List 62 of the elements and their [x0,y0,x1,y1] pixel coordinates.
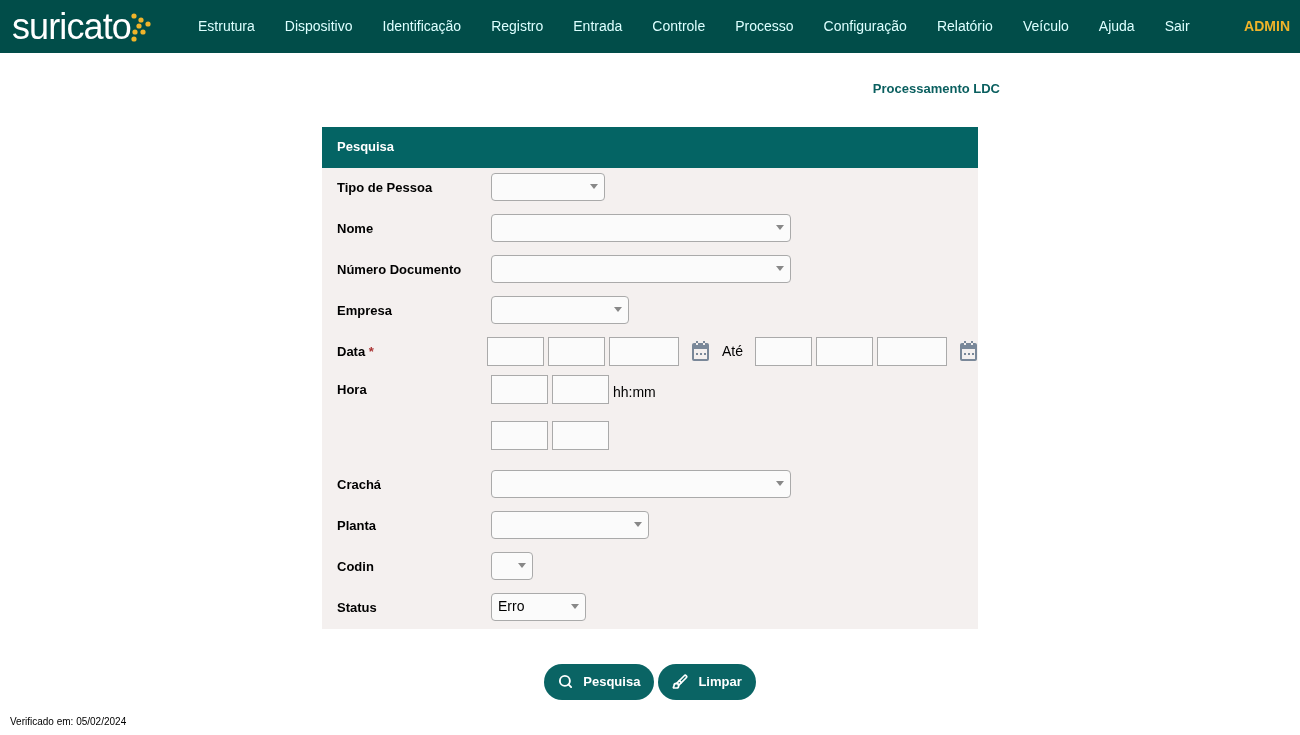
panel-title: Pesquisa [337,138,395,157]
dropdown[interactable]: Erro [491,592,586,621]
field-label: Tipo de Pessoa [337,179,433,195]
field-label: Planta [337,517,376,533]
input-field[interactable] [552,420,609,450]
input-field[interactable] [487,336,544,366]
menu-item[interactable]: Entrada [573,16,623,37]
menu-item[interactable]: Configuração [823,16,907,37]
clear-button[interactable]: Limpar [658,663,756,700]
input-field[interactable] [816,336,873,366]
field-label: Hora [337,381,367,397]
field-label: Codin [337,558,374,574]
input-field[interactable] [491,374,548,404]
logo: suricato [12,8,131,45]
field-label: Status [337,599,377,615]
dropdown[interactable] [491,213,791,242]
dropdown[interactable] [491,510,649,539]
caret-icon [614,307,622,312]
field-label: Empresa [337,302,392,318]
menu-item[interactable]: Dispositivo [284,16,353,37]
field-label: Crachá [337,476,382,492]
verification-date: Verificado em: 05/02/2024 [10,715,127,729]
menu-item[interactable]: Registro [491,16,544,37]
caret-icon [590,184,598,189]
menu-item[interactable]: Veículo [1022,16,1069,37]
menu-item[interactable]: Estrutura [198,16,255,37]
dropdown[interactable] [491,551,533,580]
brush-icon [672,673,689,690]
menu-item[interactable]: Processo [735,16,794,37]
dropdown[interactable] [491,469,791,498]
calendar-icon [959,341,978,361]
range-label: Até [722,341,743,361]
caret-icon [776,225,784,230]
dropdown[interactable] [491,295,629,324]
input-field[interactable] [552,374,609,404]
user-name: ADMIN [1244,17,1290,36]
input-field[interactable] [877,336,947,366]
dropdown[interactable] [491,254,791,283]
caret-icon [634,522,642,527]
menu-item[interactable]: Sair [1164,16,1190,37]
search-icon [558,674,574,689]
menu-item[interactable]: Ajuda [1098,16,1135,37]
format-hint: hh:mm [613,382,656,402]
menu-item[interactable]: Identificação [382,16,462,37]
input-field[interactable] [491,420,548,450]
dots-logo-icon [130,11,153,42]
caret-icon [776,481,784,486]
input-field[interactable] [609,336,679,366]
caret-icon [776,266,784,271]
field-label: Número Documento [337,261,462,277]
calendar-icon [691,341,710,361]
field-label: Data * [337,343,374,359]
input-field[interactable] [755,336,812,366]
caret-icon [518,563,526,568]
menu-item[interactable]: Relatório [936,16,993,37]
caret-icon [571,604,579,609]
field-label: Nome [337,220,374,236]
page-title: Processamento LDC [872,80,1000,98]
menu-item[interactable]: Controle [652,16,706,37]
dropdown[interactable] [491,172,605,201]
search-button[interactable]: Pesquisa [544,663,655,700]
input-field[interactable] [548,336,605,366]
